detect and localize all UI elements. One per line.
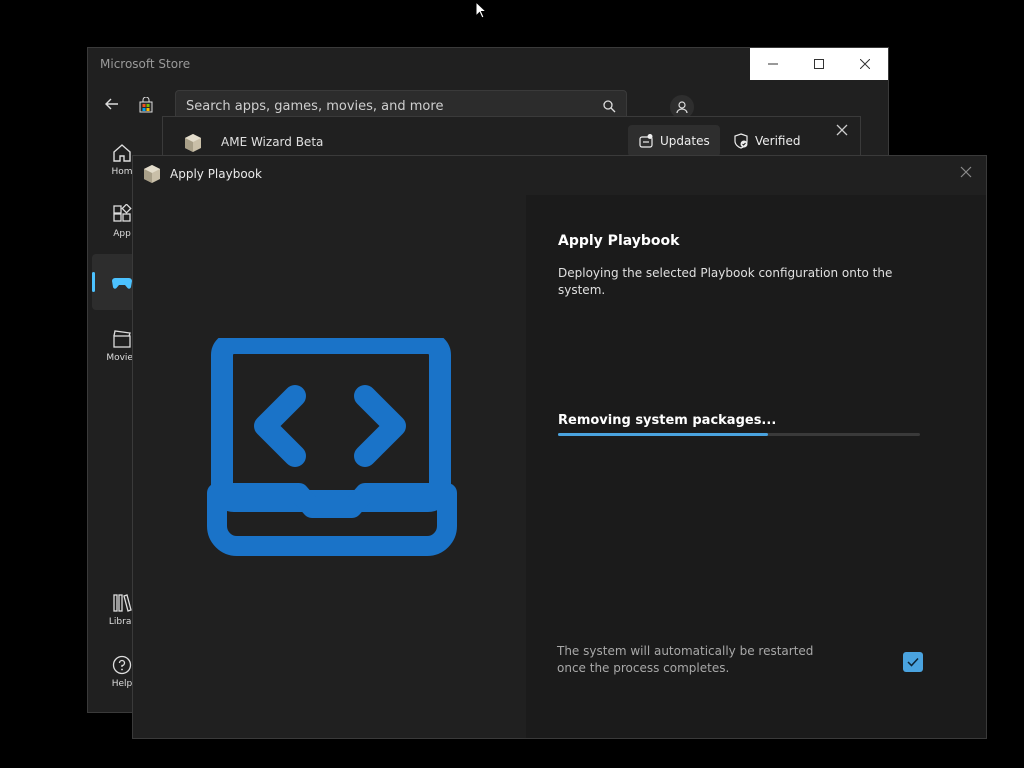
back-button[interactable] bbox=[104, 96, 122, 114]
search-input[interactable]: Search apps, games, movies, and more bbox=[186, 99, 443, 114]
close-window-button[interactable] bbox=[842, 48, 888, 80]
maximize-icon bbox=[814, 59, 824, 69]
progress-bar-fill bbox=[558, 433, 768, 436]
close-icon bbox=[960, 166, 972, 178]
close-icon bbox=[860, 59, 870, 69]
product-name: AME Wizard Beta bbox=[221, 135, 324, 149]
verified-badge: Verified bbox=[723, 125, 811, 157]
help-icon bbox=[112, 655, 132, 675]
store-logo-icon bbox=[139, 97, 153, 113]
restart-checkbox[interactable] bbox=[903, 652, 923, 672]
progress-bar bbox=[558, 433, 920, 436]
restart-note: The system will automatically be restart… bbox=[557, 644, 814, 675]
window-controls bbox=[750, 48, 888, 80]
close-icon bbox=[836, 124, 848, 136]
apply-playbook-dialog: Apply Playbook Apply Playbook Deploying … bbox=[132, 155, 987, 739]
ame-wizard-icon bbox=[144, 165, 160, 183]
shield-check-icon bbox=[734, 133, 748, 149]
progress-status-text: Removing system packages... bbox=[558, 413, 777, 428]
minimize-button[interactable] bbox=[750, 48, 796, 80]
dialog-title: Apply Playbook bbox=[170, 167, 262, 181]
search-icon[interactable] bbox=[602, 99, 616, 113]
gamepad-icon bbox=[112, 278, 132, 289]
home-icon bbox=[113, 144, 131, 162]
store-window-title: Microsoft Store bbox=[100, 57, 191, 71]
mouse-cursor-icon bbox=[475, 1, 487, 19]
library-icon bbox=[113, 594, 132, 612]
clapperboard-icon bbox=[113, 330, 131, 348]
apps-icon bbox=[113, 204, 132, 222]
dialog-content-pane: Apply Playbook Deploying the selected Pl… bbox=[526, 195, 986, 738]
updates-label: Updates bbox=[660, 134, 710, 148]
dialog-close-button[interactable] bbox=[960, 163, 972, 182]
checkmark-icon bbox=[907, 657, 919, 667]
maximize-button[interactable] bbox=[796, 48, 842, 80]
user-icon bbox=[676, 101, 688, 114]
product-header: AME Wizard Beta Updates Verified bbox=[162, 116, 861, 157]
laptop-code-icon bbox=[207, 338, 457, 556]
active-indicator bbox=[92, 272, 95, 292]
dialog-description: Deploying the selected Playbook configur… bbox=[558, 266, 893, 297]
back-arrow-icon bbox=[105, 98, 118, 110]
store-titlebar: Microsoft Store bbox=[88, 48, 888, 80]
verified-label: Verified bbox=[755, 134, 801, 148]
ame-wizard-icon bbox=[185, 134, 201, 152]
updates-button[interactable]: Updates bbox=[628, 125, 720, 157]
updates-icon bbox=[639, 134, 653, 148]
dialog-titlebar: Apply Playbook bbox=[133, 156, 986, 194]
product-close-button[interactable] bbox=[836, 122, 848, 140]
dialog-heading: Apply Playbook bbox=[558, 233, 680, 249]
minimize-icon bbox=[768, 63, 778, 65]
